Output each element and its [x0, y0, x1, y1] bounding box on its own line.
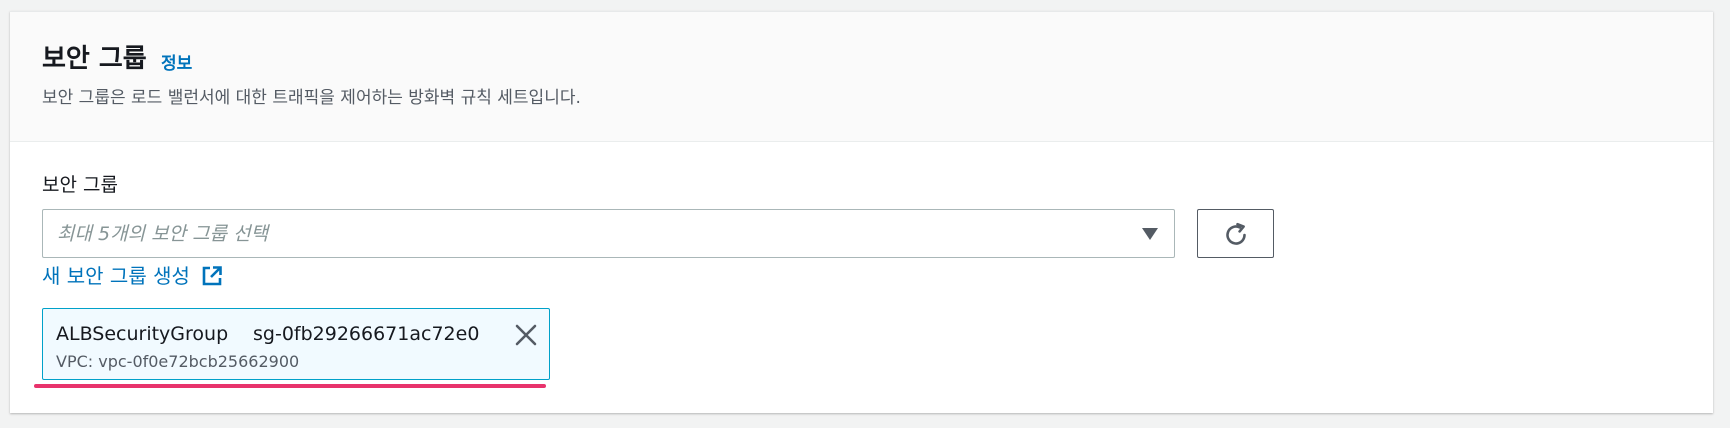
section-title: 보안 그룹 — [42, 44, 147, 74]
annotation-underline — [34, 384, 546, 388]
token-group-id: sg-0fb29266671ac72e0 — [253, 323, 480, 345]
security-group-panel: 보안 그룹 정보 보안 그룹은 로드 밸런서에 대한 트래픽을 제어하는 방화벽… — [10, 11, 1713, 413]
section-description: 보안 그룹은 로드 밸런서에 대한 트래픽을 제어하는 방화벽 규칙 세트입니다… — [42, 88, 581, 108]
token-vpc-id: VPC: vpc-0f0e72bcb25662900 — [56, 352, 300, 371]
info-link[interactable]: 정보 — [161, 53, 192, 75]
caret-down-icon — [1142, 228, 1158, 240]
security-group-select[interactable]: 최대 5개의 보안 그룹 선택 — [42, 209, 1175, 258]
security-group-label: 보안 그룹 — [42, 174, 118, 196]
create-security-group-link[interactable]: 새 보안 그룹 생성 — [42, 262, 190, 290]
panel-header: 보안 그룹 정보 보안 그룹은 로드 밸런서에 대한 트래픽을 제어하는 방화벽… — [10, 12, 1713, 142]
token-group-name: ALBSecurityGroup — [56, 323, 229, 345]
close-icon[interactable] — [512, 321, 540, 349]
selected-security-group-token: ALBSecurityGroup sg-0fb29266671ac72e0 VP… — [42, 308, 550, 380]
external-link-icon[interactable] — [201, 265, 223, 287]
select-placeholder: 최대 5개의 보안 그룹 선택 — [57, 223, 269, 245]
refresh-button[interactable] — [1197, 209, 1274, 258]
refresh-icon — [1226, 222, 1246, 245]
